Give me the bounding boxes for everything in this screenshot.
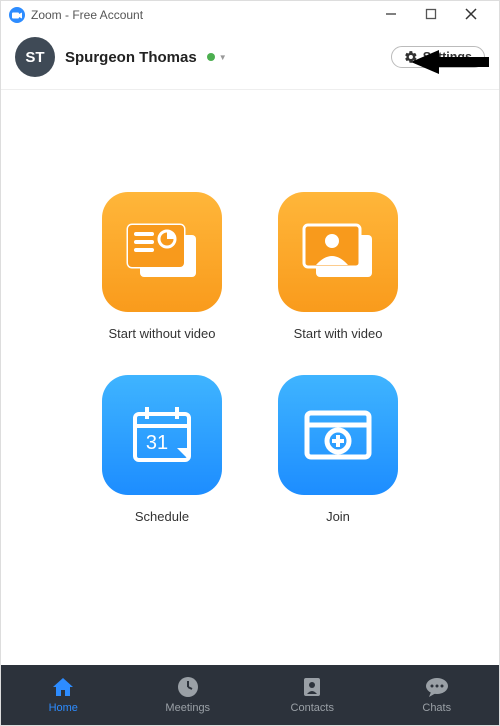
- nav-contacts[interactable]: Contacts: [250, 676, 375, 714]
- header: ST Spurgeon Thomas ▼ Settings: [1, 29, 499, 90]
- schedule-label: Schedule: [135, 509, 189, 524]
- maximize-button[interactable]: [411, 7, 451, 23]
- minimize-button[interactable]: [371, 7, 411, 24]
- start-with-video-tile[interactable]: Start with video: [268, 192, 408, 341]
- avatar[interactable]: ST: [15, 37, 55, 77]
- nav-meetings-label: Meetings: [165, 702, 210, 714]
- start-with-video-label: Start with video: [294, 326, 383, 341]
- chat-icon: [425, 676, 449, 698]
- svg-text:31: 31: [146, 432, 168, 454]
- titlebar: Zoom - Free Account: [1, 1, 499, 29]
- nav-contacts-label: Contacts: [291, 702, 334, 714]
- contacts-icon: [301, 676, 323, 698]
- close-button[interactable]: [451, 7, 491, 23]
- schedule-icon: 31: [102, 375, 222, 495]
- gear-icon: [404, 50, 418, 64]
- window-title: Zoom - Free Account: [31, 8, 143, 22]
- join-label: Join: [326, 509, 350, 524]
- nav-chats[interactable]: Chats: [375, 676, 500, 714]
- action-tiles: Start without video Start with video: [1, 192, 499, 524]
- settings-button[interactable]: Settings: [391, 46, 485, 68]
- zoom-logo-icon: [9, 7, 25, 23]
- nav-chats-label: Chats: [422, 702, 451, 714]
- bottom-nav: Home Meetings Contacts Chats: [1, 665, 499, 725]
- start-without-video-tile[interactable]: Start without video: [92, 192, 232, 341]
- home-icon: [51, 676, 75, 698]
- app-window: Zoom - Free Account ST Spurgeon Thomas ▼…: [0, 0, 500, 726]
- start-with-video-icon: [278, 192, 398, 312]
- presence-dropdown-icon[interactable]: ▼: [219, 53, 227, 62]
- main-area: Start without video Start with video: [1, 90, 499, 665]
- start-without-video-label: Start without video: [109, 326, 216, 341]
- nav-meetings[interactable]: Meetings: [126, 676, 251, 714]
- join-icon: [278, 375, 398, 495]
- join-tile[interactable]: Join: [268, 375, 408, 524]
- settings-label: Settings: [423, 50, 472, 64]
- nav-home-label: Home: [49, 702, 78, 714]
- schedule-tile[interactable]: 31 Schedule: [92, 375, 232, 524]
- user-name: Spurgeon Thomas: [65, 49, 197, 66]
- clock-icon: [177, 676, 199, 698]
- presence-indicator-icon: [207, 53, 215, 61]
- avatar-initials: ST: [25, 49, 44, 66]
- start-without-video-icon: [102, 192, 222, 312]
- nav-home[interactable]: Home: [1, 676, 126, 714]
